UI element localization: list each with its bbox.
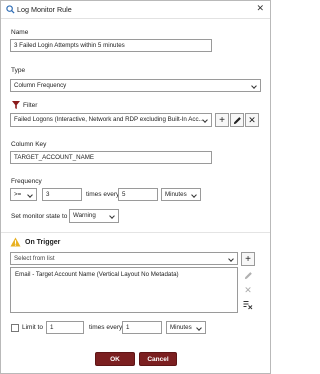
- frequency-operator-select[interactable]: >=: [10, 188, 37, 201]
- name-label: Name: [11, 29, 29, 36]
- filter-select[interactable]: Failed Logons (Interactive, Network and …: [10, 113, 212, 127]
- plus-icon: +: [219, 114, 225, 126]
- type-select[interactable]: Column Frequency: [10, 79, 261, 92]
- close-icon: ✕: [244, 284, 252, 295]
- cancel-button[interactable]: Cancel: [139, 352, 177, 366]
- monitor-state-select[interactable]: Warning: [69, 209, 119, 223]
- frequency-label: Frequency: [11, 178, 42, 185]
- limit-count-input[interactable]: 1: [46, 321, 84, 334]
- window-title: Log Monitor Rule: [17, 5, 72, 14]
- ok-button[interactable]: OK: [95, 352, 135, 366]
- monitor-state-label: Set monitor state to: [11, 213, 68, 220]
- add-trigger-action-button[interactable]: +: [241, 252, 255, 266]
- limit-times-every-label: times every: [89, 324, 123, 331]
- name-input[interactable]: 3 Failed Login Attempts within 5 minutes: [10, 39, 212, 52]
- pencil-icon: [233, 116, 241, 124]
- edit-filter-button[interactable]: [230, 113, 244, 127]
- trigger-actions-list[interactable]: Email - Target Account Name (Vertical La…: [10, 267, 238, 313]
- warning-icon: [10, 237, 21, 247]
- column-key-input[interactable]: TARGET_ACCOUNT_NAME: [10, 151, 212, 164]
- divider: [1, 232, 270, 233]
- close-icon[interactable]: ✕: [256, 3, 264, 14]
- close-icon: ✕: [248, 114, 256, 125]
- remove-trigger-action-button[interactable]: ✕: [241, 284, 255, 296]
- log-monitor-rule-dialog: Log Monitor Rule ✕ Name 3 Failed Login A…: [0, 0, 271, 374]
- trigger-action-select[interactable]: Select from list: [10, 252, 238, 265]
- clear-list-icon: [243, 301, 253, 310]
- pencil-icon: [244, 271, 252, 279]
- magnifier-icon: [6, 5, 15, 14]
- plus-icon: +: [245, 253, 251, 265]
- limit-checkbox[interactable]: [11, 324, 19, 332]
- frequency-unit-select[interactable]: Minutes: [161, 188, 201, 201]
- limit-period-input[interactable]: 1: [122, 321, 162, 334]
- add-filter-button[interactable]: +: [215, 113, 229, 127]
- filter-label: Filter: [23, 102, 38, 109]
- limit-unit-select[interactable]: Minutes: [166, 321, 206, 334]
- remove-filter-button[interactable]: ✕: [245, 113, 259, 127]
- on-trigger-heading: On Trigger: [25, 239, 61, 246]
- frequency-times-every-label: times every: [86, 191, 120, 198]
- clear-trigger-actions-button[interactable]: [241, 299, 255, 311]
- funnel-icon: [12, 101, 20, 109]
- type-label: Type: [11, 67, 26, 74]
- list-item[interactable]: Email - Target Account Name (Vertical La…: [11, 268, 237, 278]
- frequency-period-input[interactable]: 5: [118, 188, 158, 201]
- frequency-count-input[interactable]: 3: [42, 188, 82, 201]
- edit-trigger-action-button[interactable]: [241, 269, 255, 281]
- column-key-label: Column Key: [11, 141, 47, 148]
- title-bar: Log Monitor Rule ✕: [1, 1, 270, 19]
- limit-label: Limit to: [22, 324, 43, 331]
